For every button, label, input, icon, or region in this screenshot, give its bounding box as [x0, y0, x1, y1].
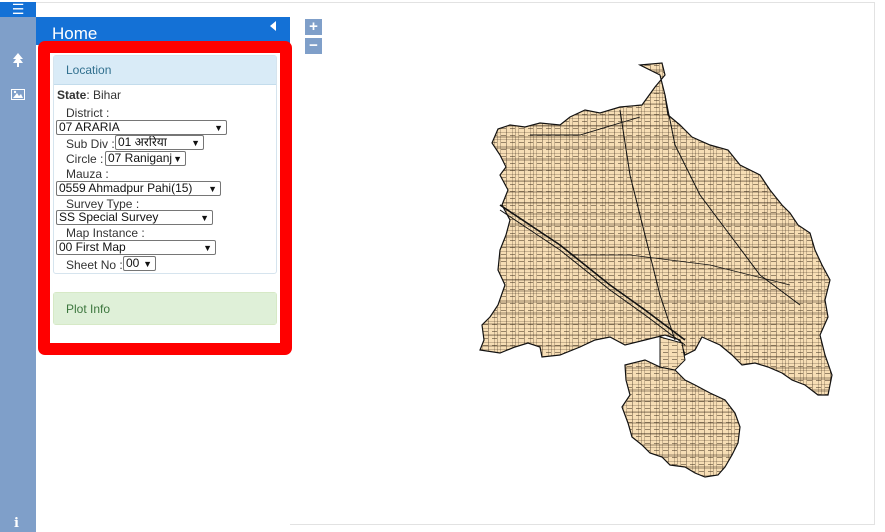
highlight-frame	[38, 41, 292, 355]
image-icon[interactable]	[0, 84, 36, 104]
zoom-in-button[interactable]: +	[305, 19, 322, 35]
cadastral-map[interactable]	[470, 55, 840, 485]
collapse-panel-icon[interactable]	[270, 21, 276, 31]
side-rail	[0, 17, 36, 532]
menu-icon[interactable]: ☰	[0, 1, 36, 17]
mauza-boundary	[479, 62, 833, 478]
zoom-out-button[interactable]: −	[305, 38, 322, 54]
info-icon[interactable]: i	[14, 516, 19, 531]
tree-icon[interactable]	[0, 50, 36, 70]
